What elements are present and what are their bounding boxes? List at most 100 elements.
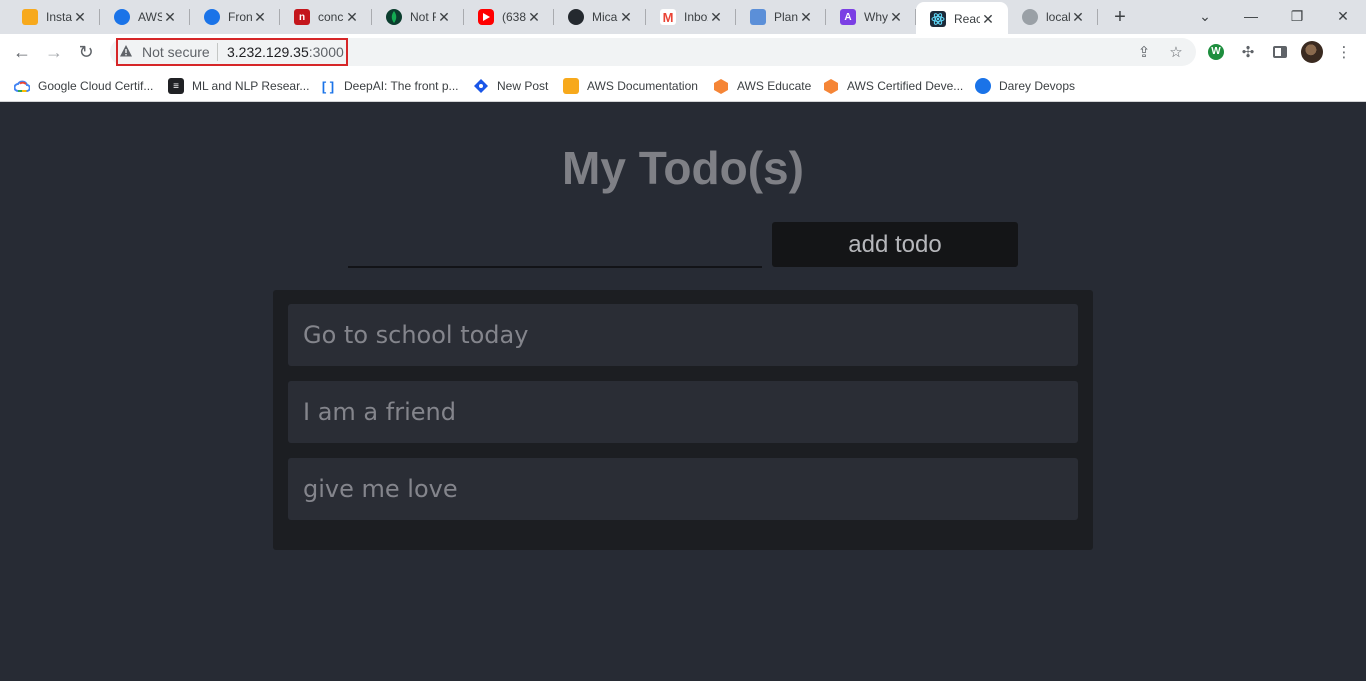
bookmarks-bar: Google Cloud Certif... ≡ ML and NLP Rese…: [0, 70, 1366, 102]
tab-plans[interactable]: Plans ✕: [736, 0, 826, 34]
tab-label: Mica: [592, 10, 618, 24]
darey-icon: [204, 9, 220, 25]
back-arrow-icon[interactable]: ←: [9, 39, 35, 65]
tab-insta[interactable]: Insta ✕: [8, 0, 100, 34]
todo-item[interactable]: I am a friend: [288, 381, 1078, 443]
bookmark-star-icon[interactable]: ☆: [1165, 41, 1187, 63]
tab-not-f[interactable]: Not F ✕: [372, 0, 464, 34]
bookmark-label: AWS Documentation: [587, 79, 698, 93]
side-panel-icon[interactable]: [1269, 41, 1291, 63]
todo-input[interactable]: [348, 223, 762, 268]
bookmark-aws-docs[interactable]: AWS Documentation: [563, 76, 698, 96]
close-icon[interactable]: ✕: [526, 9, 542, 25]
mongodb-icon: [386, 9, 402, 25]
bookmark-label: DeepAI: The front p...: [344, 79, 459, 93]
bookmark-aws-educate[interactable]: AWS Educate: [713, 76, 811, 96]
add-todo-button[interactable]: add todo: [772, 222, 1018, 267]
close-icon[interactable]: ✕: [72, 9, 88, 25]
darey-icon: [114, 9, 130, 25]
youtube-icon: [478, 9, 494, 25]
share-icon[interactable]: ⇪: [1133, 41, 1155, 63]
github-icon: [568, 9, 584, 25]
close-icon[interactable]: ✕: [1070, 9, 1086, 25]
extension-w-icon[interactable]: W: [1205, 41, 1227, 63]
todo-item[interactable]: Go to school today: [288, 304, 1078, 366]
bookmark-label: AWS Certified Deve...: [847, 79, 964, 93]
bookmark-label: AWS Educate: [737, 79, 812, 93]
diamond-icon: [473, 78, 489, 94]
tab-react-active[interactable]: Reac ✕: [916, 2, 1008, 36]
gmail-icon: M: [660, 9, 676, 25]
close-window-button[interactable]: ✕: [1320, 0, 1366, 32]
tab-inbox[interactable]: M Inbox ✕: [646, 0, 736, 34]
tab-label: AWS: [138, 10, 162, 24]
tab-local[interactable]: local ✕: [1008, 0, 1098, 34]
tab-front[interactable]: Front ✕: [190, 0, 280, 34]
tab-label: Insta: [46, 10, 72, 24]
bookmark-aws-certified[interactable]: AWS Certified Deve...: [823, 76, 963, 96]
google-cloud-icon: [14, 78, 30, 94]
tab-label: conc: [318, 10, 344, 24]
bookmark-deepai[interactable]: [ ] DeepAI: The front p...: [320, 76, 459, 96]
tab-label: Why: [864, 10, 888, 24]
bookmark-ml-nlp[interactable]: ≡ ML and NLP Resear...: [168, 76, 309, 96]
close-icon[interactable]: ✕: [980, 11, 996, 27]
profile-avatar[interactable]: [1301, 41, 1323, 63]
close-icon[interactable]: ✕: [436, 9, 452, 25]
plans-icon: [750, 9, 766, 25]
tab-label: Reac: [954, 12, 980, 26]
url-text[interactable]: 3.232.129.35:3000: [227, 44, 344, 60]
restore-button[interactable]: ❐: [1274, 0, 1320, 32]
bookmark-darey-devops[interactable]: Darey Devops: [975, 76, 1075, 96]
close-icon[interactable]: ✕: [708, 9, 724, 25]
aws-box-icon: [563, 78, 579, 94]
tab-separator: [1097, 9, 1098, 25]
bookmark-google-cloud[interactable]: Google Cloud Certif...: [14, 76, 153, 96]
todo-item[interactable]: give me love: [288, 458, 1078, 520]
bookmark-label: ML and NLP Resear...: [192, 79, 310, 93]
tab-youtube[interactable]: (638) ✕: [464, 0, 554, 34]
tab-github[interactable]: Mica ✕: [554, 0, 646, 34]
tab-strip: Insta ✕ AWS ✕ Front ✕ n conc ✕ Not F ✕ (…: [0, 0, 1366, 36]
ml-icon: ≡: [168, 78, 184, 94]
aws-hex-icon: [713, 78, 729, 94]
angular-icon: A: [840, 9, 856, 25]
aws-box-icon: [22, 9, 38, 25]
tab-aws[interactable]: AWS ✕: [100, 0, 190, 34]
tab-label: Not F: [410, 10, 436, 24]
tab-label: local: [1046, 10, 1070, 24]
close-icon[interactable]: ✕: [618, 9, 634, 25]
tab-why[interactable]: A Why ✕: [826, 0, 916, 34]
close-icon[interactable]: ✕: [162, 9, 178, 25]
new-tab-button[interactable]: +: [1108, 5, 1132, 29]
globe-icon: [1022, 9, 1038, 25]
react-icon: [930, 11, 946, 27]
reload-icon[interactable]: ↻: [73, 39, 99, 65]
bookmark-new-post[interactable]: New Post: [473, 76, 548, 96]
tab-search-chevron-down-icon[interactable]: ⌄: [1182, 0, 1228, 32]
tab-label: Plans: [774, 10, 798, 24]
bookmark-label: New Post: [497, 79, 549, 93]
extensions-puzzle-icon[interactable]: ✣: [1237, 41, 1259, 63]
forward-arrow-icon[interactable]: →: [41, 39, 67, 65]
tab-label: Front: [228, 10, 252, 24]
aws-hex-icon: [823, 78, 839, 94]
warning-icon[interactable]: [119, 44, 133, 58]
tab-label: Inbox: [684, 10, 708, 24]
close-icon[interactable]: ✕: [888, 9, 904, 25]
url-port: :3000: [308, 44, 344, 60]
tab-label: (638): [502, 10, 526, 24]
not-secure-label[interactable]: Not secure: [142, 44, 210, 60]
menu-kebab-icon[interactable]: ⋮: [1333, 41, 1355, 63]
minimize-button[interactable]: —: [1228, 0, 1274, 32]
url-separator: [217, 43, 218, 61]
darey-icon: [975, 78, 991, 94]
nginx-icon: n: [294, 9, 310, 25]
bookmark-label: Google Cloud Certif...: [38, 79, 154, 93]
page-title: My Todo(s): [562, 142, 804, 194]
close-icon[interactable]: ✕: [252, 9, 268, 25]
bookmark-label: Darey Devops: [999, 79, 1076, 93]
close-icon[interactable]: ✕: [798, 9, 814, 25]
tab-conc[interactable]: n conc ✕: [280, 0, 372, 34]
close-icon[interactable]: ✕: [344, 9, 360, 25]
